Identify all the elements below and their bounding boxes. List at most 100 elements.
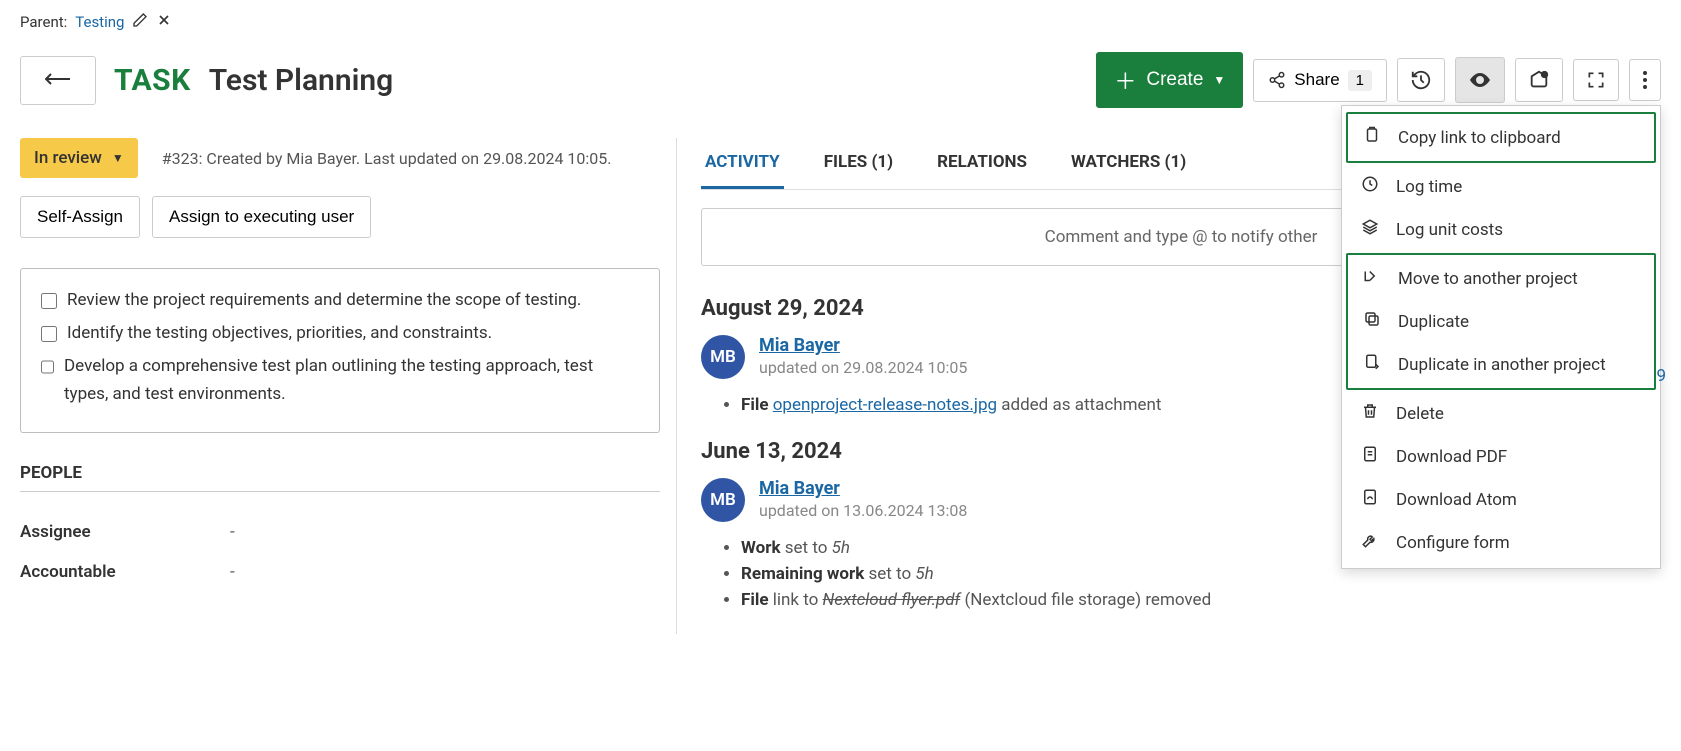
- author-link[interactable]: Mia Bayer: [759, 335, 840, 356]
- menu-label: Configure form: [1396, 533, 1510, 553]
- menu-label: Duplicate: [1398, 312, 1469, 332]
- tab-watchers[interactable]: WATCHERS (1): [1067, 138, 1190, 189]
- status-dropdown[interactable]: In review ▼: [20, 138, 138, 178]
- duplicate-icon: [1362, 310, 1382, 333]
- clipboard-icon: [1362, 126, 1382, 149]
- remove-parent-icon[interactable]: [156, 12, 172, 32]
- create-label: Create: [1146, 69, 1203, 91]
- menu-label: Download PDF: [1396, 447, 1507, 467]
- parent-label: Parent:: [20, 13, 67, 31]
- more-actions-menu: Copy link to clipboard Log time Log unit…: [1341, 105, 1661, 569]
- kebab-icon: [1642, 70, 1648, 90]
- avatar[interactable]: MB: [701, 335, 745, 379]
- checklist-item-text: Identify the testing objectives, priorit…: [67, 320, 492, 347]
- change-field: Work: [741, 538, 781, 558]
- accountable-value[interactable]: -: [230, 562, 235, 582]
- share-button[interactable]: Share 1: [1253, 59, 1387, 102]
- watch-button[interactable]: [1455, 57, 1505, 103]
- change-mid: link to: [769, 590, 823, 610]
- caret-down-icon: ▼: [1213, 73, 1225, 87]
- breadcrumb: Parent: Testing: [20, 12, 1661, 32]
- menu-label: Log unit costs: [1396, 220, 1503, 240]
- checklist-item-text: Review the project requirements and dete…: [67, 287, 581, 314]
- menu-copy-link[interactable]: Copy link to clipboard: [1348, 116, 1654, 159]
- menu-label: Copy link to clipboard: [1398, 128, 1561, 148]
- back-button[interactable]: [20, 56, 96, 105]
- work-package-meta: #323: Created by Mia Bayer. Last updated…: [162, 149, 612, 168]
- menu-duplicate-other[interactable]: Duplicate in another project: [1348, 343, 1654, 386]
- menu-label: Download Atom: [1396, 490, 1517, 510]
- checklist-item: Review the project requirements and dete…: [41, 287, 639, 314]
- change-mid: set to: [864, 564, 915, 584]
- activity-history-button[interactable]: [1397, 58, 1445, 102]
- menu-label: Delete: [1396, 404, 1444, 424]
- menu-highlight-group: Move to another project Duplicate Duplic…: [1346, 253, 1656, 390]
- menu-duplicate[interactable]: Duplicate: [1348, 300, 1654, 343]
- change-mid: set to: [781, 538, 832, 558]
- change-value: 5h: [915, 564, 933, 584]
- description-box[interactable]: Review the project requirements and dete…: [20, 268, 660, 433]
- work-package-type: TASK: [114, 63, 191, 98]
- more-menu-button[interactable]: [1629, 59, 1661, 101]
- author-link[interactable]: Mia Bayer: [759, 478, 840, 499]
- avatar[interactable]: MB: [701, 478, 745, 522]
- menu-label: Log time: [1396, 177, 1462, 197]
- clock-icon: [1360, 175, 1380, 198]
- menu-label: Duplicate in another project: [1398, 355, 1606, 375]
- menu-log-costs[interactable]: Log unit costs: [1342, 208, 1660, 251]
- checklist-item-text: Develop a comprehensive test plan outlin…: [64, 353, 639, 407]
- share-count: 1: [1348, 70, 1372, 91]
- atom-icon: [1360, 488, 1380, 511]
- menu-configure-form[interactable]: Configure form: [1342, 521, 1660, 564]
- plus-icon: ＋: [1114, 64, 1136, 96]
- trash-icon: [1360, 402, 1380, 425]
- checkbox[interactable]: [41, 326, 57, 342]
- checklist-item: Develop a comprehensive test plan outlin…: [41, 353, 639, 407]
- caret-down-icon: ▼: [112, 151, 124, 165]
- menu-download-pdf[interactable]: Download PDF: [1342, 435, 1660, 478]
- file-link[interactable]: openproject-release-notes.jpg: [773, 395, 997, 415]
- change-field: File: [741, 590, 769, 610]
- share-icon: [1268, 71, 1286, 89]
- menu-label: Move to another project: [1398, 269, 1578, 289]
- menu-highlight-group: Copy link to clipboard: [1346, 112, 1656, 163]
- parent-link[interactable]: Testing: [75, 13, 124, 31]
- change-field: File: [741, 395, 769, 415]
- tab-files[interactable]: FILES (1): [820, 138, 897, 189]
- divider: [20, 491, 660, 492]
- assignee-value[interactable]: -: [230, 522, 235, 542]
- pdf-icon: [1360, 445, 1380, 468]
- edit-parent-icon[interactable]: [132, 12, 148, 32]
- checkbox[interactable]: [41, 293, 57, 309]
- activity-number-link[interactable]: 9: [1656, 366, 1666, 386]
- tab-activity[interactable]: ACTIVITY: [701, 138, 784, 189]
- share-label: Share: [1294, 70, 1339, 90]
- change-deleted: Nextcloud flyer.pdf: [823, 590, 961, 610]
- accountable-label: Accountable: [20, 562, 150, 582]
- menu-delete[interactable]: Delete: [1342, 392, 1660, 435]
- assign-executing-user-button[interactable]: Assign to executing user: [152, 196, 371, 238]
- menu-log-time[interactable]: Log time: [1342, 165, 1660, 208]
- activity-change-item: File link to Nextcloud flyer.pdf (Nextcl…: [741, 590, 1661, 610]
- people-section-title: PEOPLE: [20, 463, 660, 483]
- change-suffix: (Nextcloud file storage) removed: [960, 590, 1211, 610]
- tab-relations[interactable]: RELATIONS: [933, 138, 1031, 189]
- create-button[interactable]: ＋ Create ▼: [1096, 52, 1243, 108]
- checkbox[interactable]: [41, 359, 54, 375]
- change-suffix: added as attachment: [1001, 395, 1161, 415]
- fullscreen-button[interactable]: [1573, 59, 1619, 101]
- history-icon: [1410, 69, 1432, 91]
- page-title[interactable]: Test Planning: [209, 63, 393, 98]
- change-value: 5h: [832, 538, 850, 558]
- notifications-button[interactable]: [1515, 58, 1563, 102]
- expand-icon: [1586, 70, 1606, 90]
- duplicate-project-icon: [1362, 353, 1382, 376]
- bell-icon: [1528, 69, 1550, 91]
- menu-download-atom[interactable]: Download Atom: [1342, 478, 1660, 521]
- eye-icon: [1468, 68, 1492, 92]
- layers-icon: [1360, 218, 1380, 241]
- self-assign-button[interactable]: Self-Assign: [20, 196, 140, 238]
- change-field: Remaining work: [741, 564, 864, 584]
- menu-move-project[interactable]: Move to another project: [1348, 257, 1654, 300]
- assignee-label: Assignee: [20, 522, 150, 542]
